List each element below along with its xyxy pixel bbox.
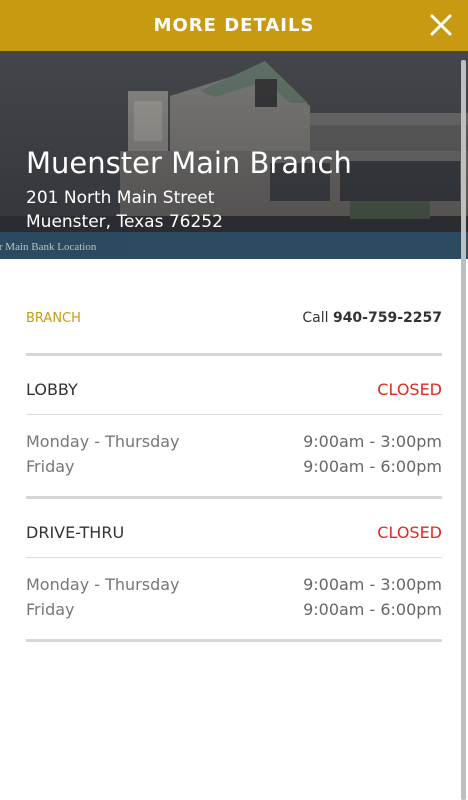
address-line-2: Muenster, Texas 76252 xyxy=(26,212,223,232)
branch-info-row: BRANCH Call 940-759-2257 xyxy=(26,310,442,331)
call-prefix: Call xyxy=(302,310,329,326)
drive-thru-day-2: Friday xyxy=(26,600,75,619)
drive-thru-status-badge: CLOSED xyxy=(377,523,442,542)
drive-thru-hours-2: 9:00am - 6:00pm xyxy=(303,600,442,619)
page-title: MORE DETAILS xyxy=(153,15,315,36)
divider xyxy=(26,496,442,499)
divider xyxy=(26,353,442,356)
close-icon[interactable] xyxy=(428,12,454,38)
divider xyxy=(26,557,442,558)
branch-name: Muenster Main Branch xyxy=(26,146,352,180)
photo-caption: er Main Bank Location xyxy=(0,241,97,253)
lobby-hours-1: 9:00am - 3:00pm xyxy=(303,432,442,451)
branch-label: BRANCH xyxy=(26,311,81,326)
address-line-1: 201 North Main Street xyxy=(26,188,215,208)
divider xyxy=(26,639,442,642)
lobby-day-2: Friday xyxy=(26,457,75,476)
drive-thru-hours-1: 9:00am - 3:00pm xyxy=(303,575,442,594)
lobby-status-badge: CLOSED xyxy=(377,380,442,399)
divider xyxy=(26,414,442,415)
branch-photo: er Main Bank Location Muenster Main Bran… xyxy=(0,51,468,259)
header-bar: MORE DETAILS xyxy=(0,0,468,51)
lobby-hours-2: 9:00am - 6:00pm xyxy=(303,457,442,476)
lobby-day-1: Monday - Thursday xyxy=(26,432,180,451)
drive-thru-title: DRIVE-THRU xyxy=(26,523,125,542)
lobby-title: LOBBY xyxy=(26,380,78,399)
photo-caption-bar: er Main Bank Location xyxy=(0,232,468,259)
phone-number[interactable]: 940-759-2257 xyxy=(333,310,442,326)
scrollbar[interactable] xyxy=(461,60,466,800)
drive-thru-day-1: Monday - Thursday xyxy=(26,575,180,594)
call-link[interactable]: Call 940-759-2257 xyxy=(302,310,442,326)
